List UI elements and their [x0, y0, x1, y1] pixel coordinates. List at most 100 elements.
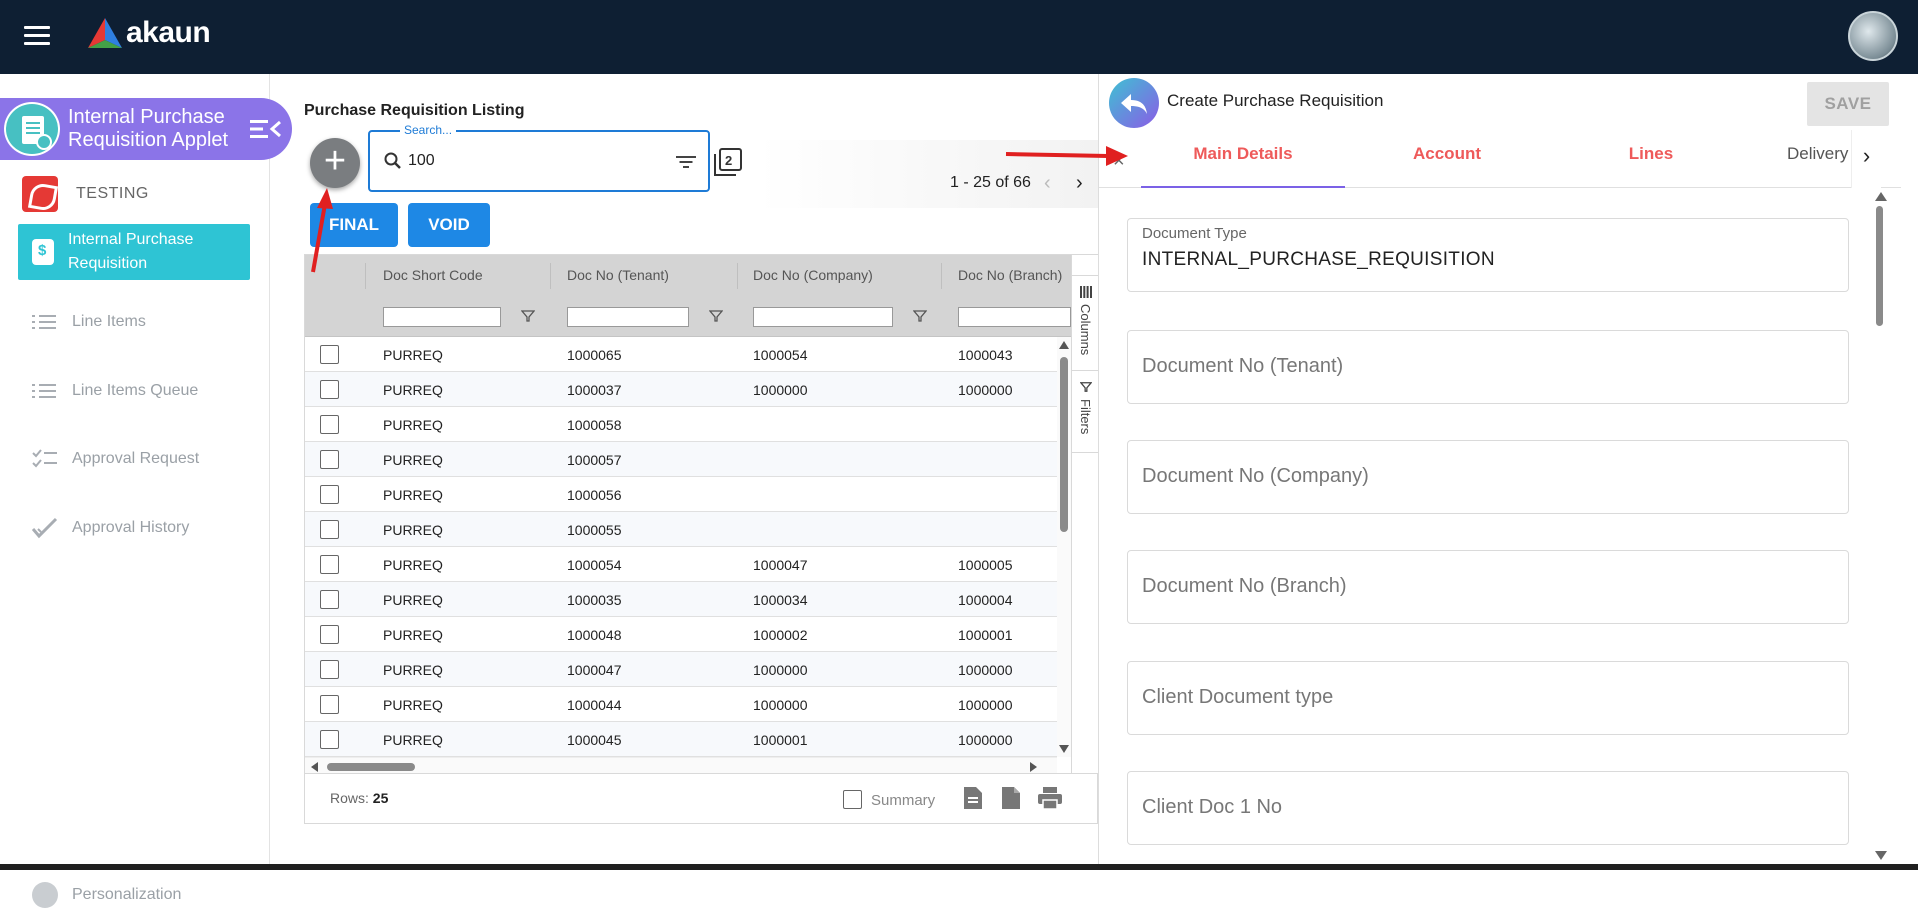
tab-delivery[interactable]: Delivery [1787, 130, 1857, 188]
filter-input-doc-no-company[interactable] [753, 307, 893, 327]
tab-account[interactable]: Account [1345, 130, 1549, 188]
grid-horizontal-scrollbar[interactable] [305, 757, 1057, 773]
cell-doc-no-branch: 1000043 [958, 347, 1013, 363]
column-header-doc-no-tenant[interactable]: Doc No (Tenant) [567, 267, 669, 283]
filter-lines-icon[interactable] [676, 154, 696, 170]
summary-checkbox[interactable] [843, 790, 862, 809]
akaun-logo-icon [88, 18, 122, 48]
cell-doc-no-company: 1000000 [753, 697, 808, 713]
document-no-branch-placeholder: Document No (Branch) [1142, 575, 1347, 597]
row-checkbox[interactable] [320, 415, 339, 434]
tabs-scroll-right-icon[interactable]: › [1851, 130, 1881, 188]
client-document-type-field[interactable]: Client Document type [1127, 661, 1849, 735]
document-no-company-field[interactable]: Document No (Company) [1127, 440, 1849, 514]
requisition-applet-icon [4, 102, 60, 156]
hamburger-menu-icon[interactable] [24, 26, 50, 46]
filter-input-doc-no-branch[interactable] [958, 307, 1071, 327]
table-row[interactable]: PURREQ 1000057 [305, 442, 1057, 477]
final-button[interactable]: FINAL [310, 203, 398, 247]
table-row[interactable]: PURREQ 1000035 1000034 1000004 [305, 582, 1057, 617]
table-row[interactable]: PURREQ 1000056 [305, 477, 1057, 512]
cell-doc-no-tenant: 1000058 [567, 417, 622, 433]
funnel-icon[interactable] [913, 309, 927, 323]
cell-doc-no-company: 1000034 [753, 592, 808, 608]
document-type-field[interactable]: Document Type INTERNAL_PURCHASE_REQUISIT… [1127, 218, 1849, 292]
checklist-icon [32, 449, 57, 468]
column-header-doc-no-branch[interactable]: Doc No (Branch) [958, 267, 1062, 283]
form-vertical-scrollbar[interactable] [1871, 188, 1887, 864]
sidebar-item-line-items-queue[interactable]: Line Items Queue [18, 363, 250, 419]
table-row[interactable]: PURREQ 1000037 1000000 1000000 [305, 372, 1057, 407]
grid-body: PURREQ 1000065 1000054 1000043 PURREQ 100003… [305, 337, 1071, 757]
table-row[interactable]: PURREQ 1000048 1000002 1000001 [305, 617, 1057, 652]
table-row[interactable]: PURREQ 1000054 1000047 1000005 [305, 547, 1057, 582]
cell-doc-no-branch: 1000000 [958, 697, 1013, 713]
row-checkbox[interactable] [320, 450, 339, 469]
testing-group[interactable]: TESTING [22, 176, 149, 212]
print-icon[interactable] [1037, 786, 1063, 810]
close-tab-icon[interactable]: × [1113, 150, 1125, 173]
list-icon [32, 311, 58, 333]
row-checkbox[interactable] [320, 625, 339, 644]
pager-prev-button[interactable]: ‹ [1044, 172, 1051, 195]
tab-lines[interactable]: Lines [1549, 130, 1753, 188]
add-button[interactable]: + [310, 138, 360, 188]
search-input[interactable] [408, 152, 648, 170]
open-tabs-icon[interactable]: 2 [714, 148, 742, 176]
document-export-icon[interactable] [1001, 786, 1021, 810]
row-checkbox[interactable] [320, 520, 339, 539]
tab-main-details[interactable]: Main Details [1141, 130, 1345, 188]
void-button[interactable]: VOID [408, 203, 490, 247]
row-checkbox[interactable] [320, 660, 339, 679]
column-header-doc-no-company[interactable]: Doc No (Company) [753, 267, 873, 283]
main-details-form: Document Type INTERNAL_PURCHASE_REQUISIT… [1099, 188, 1889, 864]
top-app-bar: akaun [0, 0, 1918, 74]
search-field[interactable]: Search... [368, 123, 710, 192]
grid-vertical-scrollbar[interactable] [1057, 337, 1071, 757]
listing-title: Purchase Requisition Listing [304, 102, 525, 119]
cell-doc-short-code: PURREQ [383, 592, 443, 608]
document-no-tenant-field[interactable]: Document No (Tenant) [1127, 330, 1849, 404]
akaun-logo[interactable]: akaun [88, 16, 211, 50]
row-checkbox[interactable] [320, 380, 339, 399]
user-avatar[interactable] [1848, 11, 1898, 61]
column-header-doc-short-code[interactable]: Doc Short Code [383, 267, 483, 283]
client-doc-1-no-field[interactable]: Client Doc 1 No [1127, 771, 1849, 845]
row-checkbox[interactable] [320, 485, 339, 504]
table-row[interactable]: PURREQ 1000058 [305, 407, 1057, 442]
sidebar-item-label: Internal Purchase Requisition [68, 231, 194, 272]
columns-panel-tab[interactable]: Columns [1072, 275, 1100, 371]
row-checkbox[interactable] [320, 695, 339, 714]
filter-input-doc-no-tenant[interactable] [567, 307, 689, 327]
funnel-icon[interactable] [709, 309, 723, 323]
row-checkbox[interactable] [320, 730, 339, 749]
cell-doc-no-company: 1000001 [753, 732, 808, 748]
collapse-sidebar-icon[interactable] [250, 118, 282, 140]
table-row[interactable]: PURREQ 1000065 1000054 1000043 [305, 337, 1057, 372]
row-checkbox[interactable] [320, 555, 339, 574]
sidebar-item-line-items[interactable]: Line Items [18, 294, 250, 350]
filters-tab-label: Filters [1078, 399, 1093, 435]
document-no-branch-field[interactable]: Document No (Branch) [1127, 550, 1849, 624]
table-row[interactable]: PURREQ 1000045 1000001 1000000 [305, 722, 1057, 757]
personalization-link[interactable]: Personalization [32, 882, 181, 908]
row-checkbox[interactable] [320, 590, 339, 609]
table-row[interactable]: PURREQ 1000044 1000000 1000000 [305, 687, 1057, 722]
cell-doc-no-tenant: 1000035 [567, 592, 622, 608]
back-button[interactable] [1109, 78, 1159, 128]
filter-input-doc-short-code[interactable] [383, 307, 501, 327]
cell-doc-no-branch: 1000005 [958, 557, 1013, 573]
funnel-icon[interactable] [521, 309, 535, 323]
dollar-doc-icon [32, 239, 54, 265]
pager-next-button[interactable]: › [1076, 172, 1083, 195]
row-checkbox[interactable] [320, 345, 339, 364]
sidebar-item-approval-history[interactable]: Approval History [18, 500, 250, 556]
save-button[interactable]: SAVE [1807, 82, 1889, 126]
filters-panel-tab[interactable]: Filters [1072, 371, 1100, 453]
table-row[interactable]: PURREQ 1000047 1000000 1000000 [305, 652, 1057, 687]
document-type-value: INTERNAL_PURCHASE_REQUISITION [1142, 249, 1495, 270]
sidebar-item-approval-request[interactable]: Approval Request [18, 431, 250, 487]
table-row[interactable]: PURREQ 1000055 [305, 512, 1057, 547]
csv-export-icon[interactable] [963, 786, 983, 810]
sidebar-item-internal-purchase-requisition[interactable]: Internal Purchase Requisition [18, 224, 250, 280]
